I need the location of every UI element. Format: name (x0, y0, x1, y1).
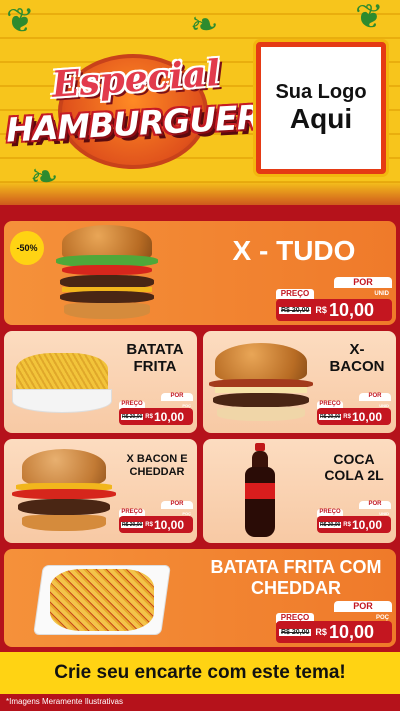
old-price: R$ 20,00 (319, 521, 342, 528)
old-price: R$ 20,00 (279, 628, 312, 636)
unit-label: UNID (379, 403, 389, 408)
burger-image (8, 449, 118, 537)
price-tag: POR PREÇO R$ 20,00 R$ 10,00 POÇ (119, 501, 193, 533)
product-name: X - TUDO (232, 235, 356, 266)
fries-image (12, 353, 112, 421)
por-label: POR (161, 393, 193, 401)
old-price: R$ 20,00 (319, 413, 342, 420)
product-card-batata-frita: BATATA FRITA POR PREÇO R$ 20,00 R$ 10,00… (4, 331, 197, 433)
unit-label: POÇ (375, 615, 389, 621)
unit-label: POÇ (182, 403, 191, 408)
por-label: POR (334, 601, 392, 612)
price-tag: POR PREÇO R$ 20,00 R$ 10,00 UNID (317, 393, 391, 425)
old-price: R$ 20,00 (121, 413, 144, 420)
price-value: 10,00 (351, 409, 382, 424)
header-banner: ❦ ❧ ❦ ❧ Especial HAMBURGUER Sua Logo Aqu… (0, 0, 400, 205)
soda-bottle-image (243, 443, 277, 539)
por-label: POR (161, 501, 193, 509)
currency: R$ (145, 521, 153, 528)
price-value: 10,00 (328, 299, 374, 320)
cta-banner: Crie seu encarte com este tema! (0, 652, 400, 694)
currency: R$ (315, 627, 327, 637)
price-value: 10,00 (153, 409, 184, 424)
product-name: COCA COLA 2L (324, 451, 384, 484)
price-tag: POR PREÇO R$ 20,00 R$ 10,00 POÇ (119, 393, 193, 425)
old-price: R$ 20,00 (279, 306, 312, 314)
por-label: POR (334, 277, 392, 288)
disclaimer-text: *Imagens Meramente Ilustrativas (6, 697, 123, 706)
product-card-x-tudo: -50% X - TUDO POR PREÇO R$ 20,00 R$ 10,0… (4, 221, 396, 325)
cta-text: Crie seu encarte com este tema! (54, 662, 346, 683)
title-badge: Especial HAMBURGUER (5, 48, 262, 169)
price-tag: POR PREÇO R$ 20,00 R$ 10,00 UNID (276, 277, 392, 321)
burger-image (207, 341, 315, 429)
unit-label: UNID (379, 511, 389, 516)
discount-badge: -50% (10, 231, 44, 265)
preco-label: PREÇO (276, 289, 314, 299)
currency: R$ (145, 413, 153, 420)
product-card-coca-cola: COCA COLA 2L POR PREÇO R$ 20,00 R$ 10,00… (203, 439, 396, 543)
currency: R$ (315, 305, 327, 315)
por-label: POR (359, 501, 391, 509)
product-name: BATATA FRITA (126, 341, 184, 376)
por-label: POR (359, 393, 391, 401)
product-card-batata-cheddar: BATATA FRITA COM CHEDDAR POR PREÇO R$ 20… (4, 549, 396, 647)
leaf-icon: ❦ (6, 2, 35, 40)
leaf-icon: ❧ (190, 6, 219, 44)
product-name: BATATA FRITA COM CHEDDAR (210, 557, 382, 598)
price-value: 10,00 (328, 621, 374, 642)
unit-label: POÇ (182, 511, 191, 516)
price-value: 10,00 (153, 517, 184, 532)
price-tag: POR PREÇO R$ 20,00 R$ 10,00 POÇ (276, 601, 392, 643)
currency: R$ (343, 521, 351, 528)
leaf-icon: ❦ (355, 0, 384, 36)
logo-text-line1: Sua Logo (275, 81, 367, 104)
product-card-x-bacon-cheddar: X BACON E CHEDDAR POR PREÇO R$ 20,00 R$ … (4, 439, 197, 543)
product-name: X BACON E CHEDDAR (126, 453, 188, 478)
fries-cheddar-image (33, 555, 171, 643)
old-price: R$ 20,00 (121, 521, 144, 528)
logo-placeholder: Sua Logo Aqui (256, 42, 386, 174)
logo-text-line2: Aqui (289, 103, 353, 135)
currency: R$ (343, 413, 351, 420)
product-name: X- BACON (329, 341, 385, 376)
price-value: 10,00 (351, 517, 382, 532)
price-tag: POR PREÇO R$ 20,00 R$ 10,00 UNID (317, 501, 391, 533)
product-card-x-bacon: X- BACON POR PREÇO R$ 20,00 R$ 10,00 UNI… (203, 331, 396, 433)
burger-image (52, 225, 162, 321)
unit-label: UNID (374, 291, 389, 297)
